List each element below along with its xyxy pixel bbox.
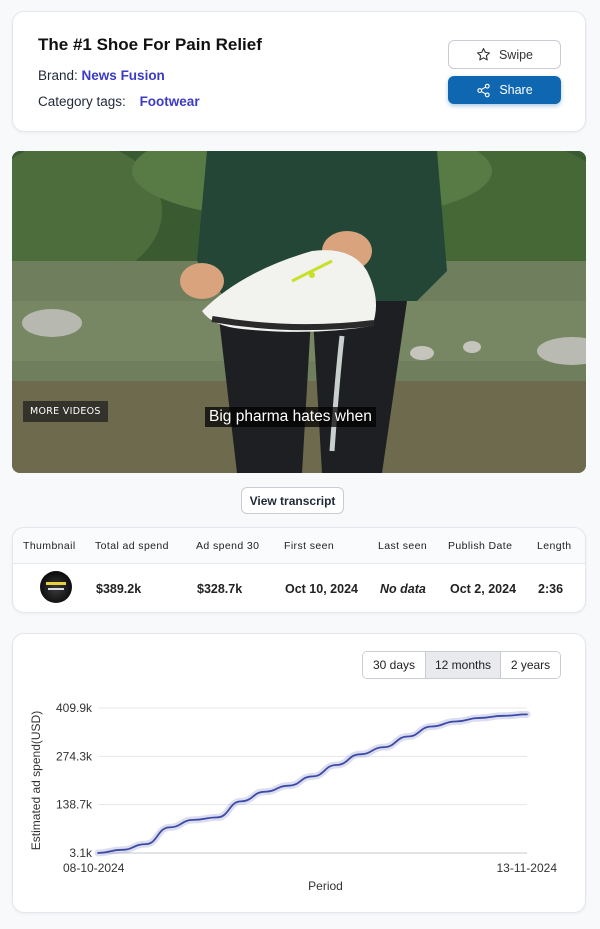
ad-spend-chart-card: 30 days 12 months 2 years 3.1k 138.7k 274.… <box>12 633 586 913</box>
y-tick-label: 274.3k <box>56 749 93 763</box>
y-tick-label: 3.1k <box>69 846 93 860</box>
cell-ad-spend-30: $328.7k <box>197 582 243 596</box>
column-header-ad-spend-30: Ad spend 30 <box>196 540 260 552</box>
star-icon <box>476 47 491 62</box>
cell-publish-date: Oct 2, 2024 <box>450 582 517 596</box>
column-header-thumbnail: Thumbnail <box>23 540 76 552</box>
share-label: Share <box>499 83 533 97</box>
more-videos-button[interactable]: MORE VIDEOS <box>23 401 108 422</box>
brand-line: Brand: News Fusion <box>38 68 165 83</box>
brand-label: Brand: <box>38 68 78 83</box>
series-line-glow <box>94 710 531 857</box>
cell-length: 2:36 <box>538 582 564 596</box>
y-axis-title: Estimated ad spend(USD) <box>29 711 43 850</box>
swipe-button[interactable]: Swipe <box>448 40 561 69</box>
y-tick-label: 138.7k <box>56 798 93 812</box>
swipe-label: Swipe <box>498 47 534 62</box>
column-header-first-seen: First seen <box>284 540 335 552</box>
category-tag-link[interactable]: Footwear <box>140 94 200 109</box>
cell-first-seen: Oct 10, 2024 <box>285 582 358 596</box>
x-tick-label: 08-10-2024 <box>63 861 125 875</box>
cell-last-seen: No data <box>380 582 426 596</box>
video-caption: Big pharma hates when <box>205 407 376 427</box>
video-player[interactable]: MORE VIDEOS Big pharma hates when <box>12 151 586 473</box>
brand-link[interactable]: News Fusion <box>82 68 165 83</box>
column-header-total-ad-spend: Total ad spend <box>95 540 169 552</box>
column-header-length: Length <box>537 540 572 552</box>
ad-header-card: The #1 Shoe For Pain Relief Brand: News … <box>12 11 586 132</box>
category-line: Category tags: Footwear <box>38 94 200 109</box>
ad-stats-table: Thumbnail Total ad spend Ad spend 30 Fir… <box>12 527 586 613</box>
x-axis-title: Period <box>308 879 343 893</box>
x-tick-label: 13-11-2024 <box>497 861 558 875</box>
share-icon <box>476 83 491 98</box>
ad-title: The #1 Shoe For Pain Relief <box>38 35 262 54</box>
ad-thumbnail[interactable] <box>40 571 72 603</box>
y-tick-label: 409.9k <box>56 701 93 715</box>
ad-spend-line-chart: 3.1k 138.7k 274.3k 409.9k 08-10-2024 13-11-20… <box>29 701 558 893</box>
column-header-publish-date: Publish Date <box>448 540 513 552</box>
view-transcript-button[interactable]: View transcript <box>241 487 344 514</box>
cell-total-ad-spend: $389.2k <box>96 582 142 596</box>
share-button[interactable]: Share <box>448 76 561 104</box>
category-label: Category tags: <box>38 94 126 109</box>
column-header-last-seen: Last seen <box>378 540 428 552</box>
